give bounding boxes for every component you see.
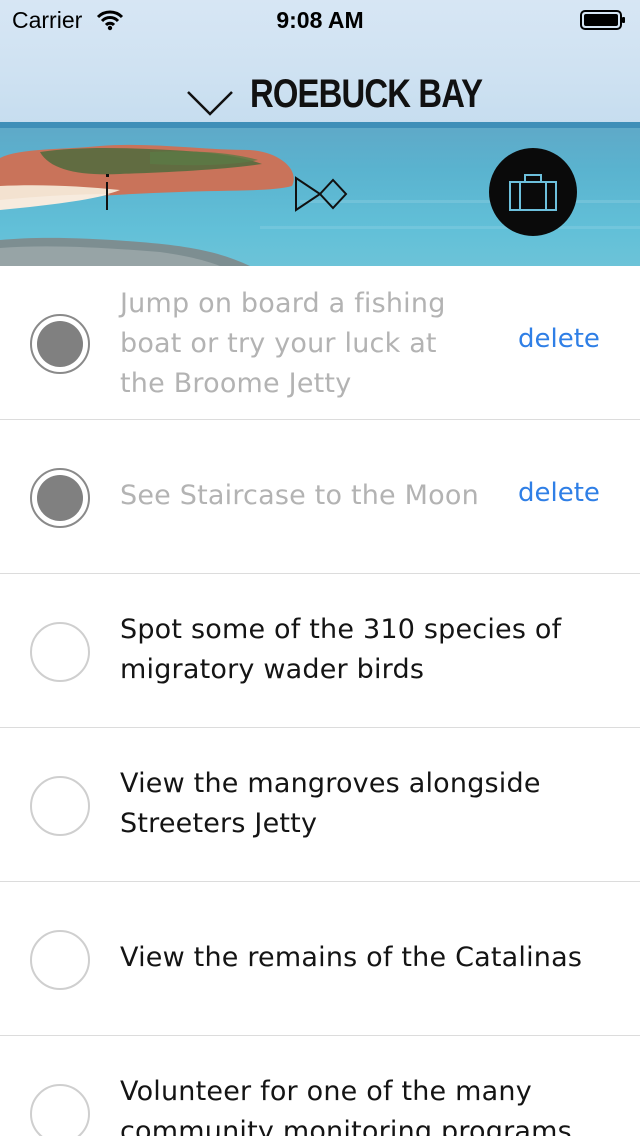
completed-checkbox[interactable]	[30, 468, 90, 528]
activity-text: View the remains of the Catalinas	[120, 942, 583, 973]
activity-text: Spot some of the 310 species of migrator…	[120, 614, 562, 685]
list-item: View the remains of the Catalinas	[0, 882, 640, 1036]
activity-list: Jump on board a fishing boat or try your…	[0, 266, 640, 1136]
list-item: Jump on board a fishing boat or try your…	[0, 266, 640, 420]
info-icon[interactable]	[96, 170, 118, 216]
list-item: Volunteer for one of the many community …	[0, 1036, 640, 1136]
checkbox[interactable]	[30, 1084, 90, 1136]
checkbox[interactable]	[30, 776, 90, 836]
suitcase-icon	[509, 174, 557, 211]
suitcase-button[interactable]	[489, 148, 577, 236]
list-item: Spot some of the 310 species of migrator…	[0, 574, 640, 728]
battery-icon	[580, 10, 625, 30]
activity-text: Jump on board a fishing boat or try your…	[120, 288, 446, 399]
delete-button[interactable]: delete	[518, 478, 600, 508]
chevron-down-icon[interactable]	[186, 88, 234, 118]
activity-text: View the mangroves alongside Streeters J…	[120, 768, 541, 839]
bowtie-icon[interactable]	[290, 174, 350, 214]
page-title: ROEBUCK BAY	[250, 72, 483, 116]
header-banner: Carrier 9:08 AM ROEBUCK BAY	[0, 0, 640, 266]
list-item: View the mangroves alongside Streeters J…	[0, 728, 640, 882]
checkbox[interactable]	[30, 930, 90, 990]
completed-checkbox[interactable]	[30, 314, 90, 374]
delete-button[interactable]: delete	[518, 324, 600, 354]
status-bar: Carrier 9:08 AM	[0, 0, 640, 40]
activity-text: Volunteer for one of the many community …	[120, 1076, 572, 1136]
list-item: See Staircase to the Moon delete	[0, 420, 640, 574]
status-time: 9:08 AM	[276, 7, 364, 33]
checkbox[interactable]	[30, 622, 90, 682]
